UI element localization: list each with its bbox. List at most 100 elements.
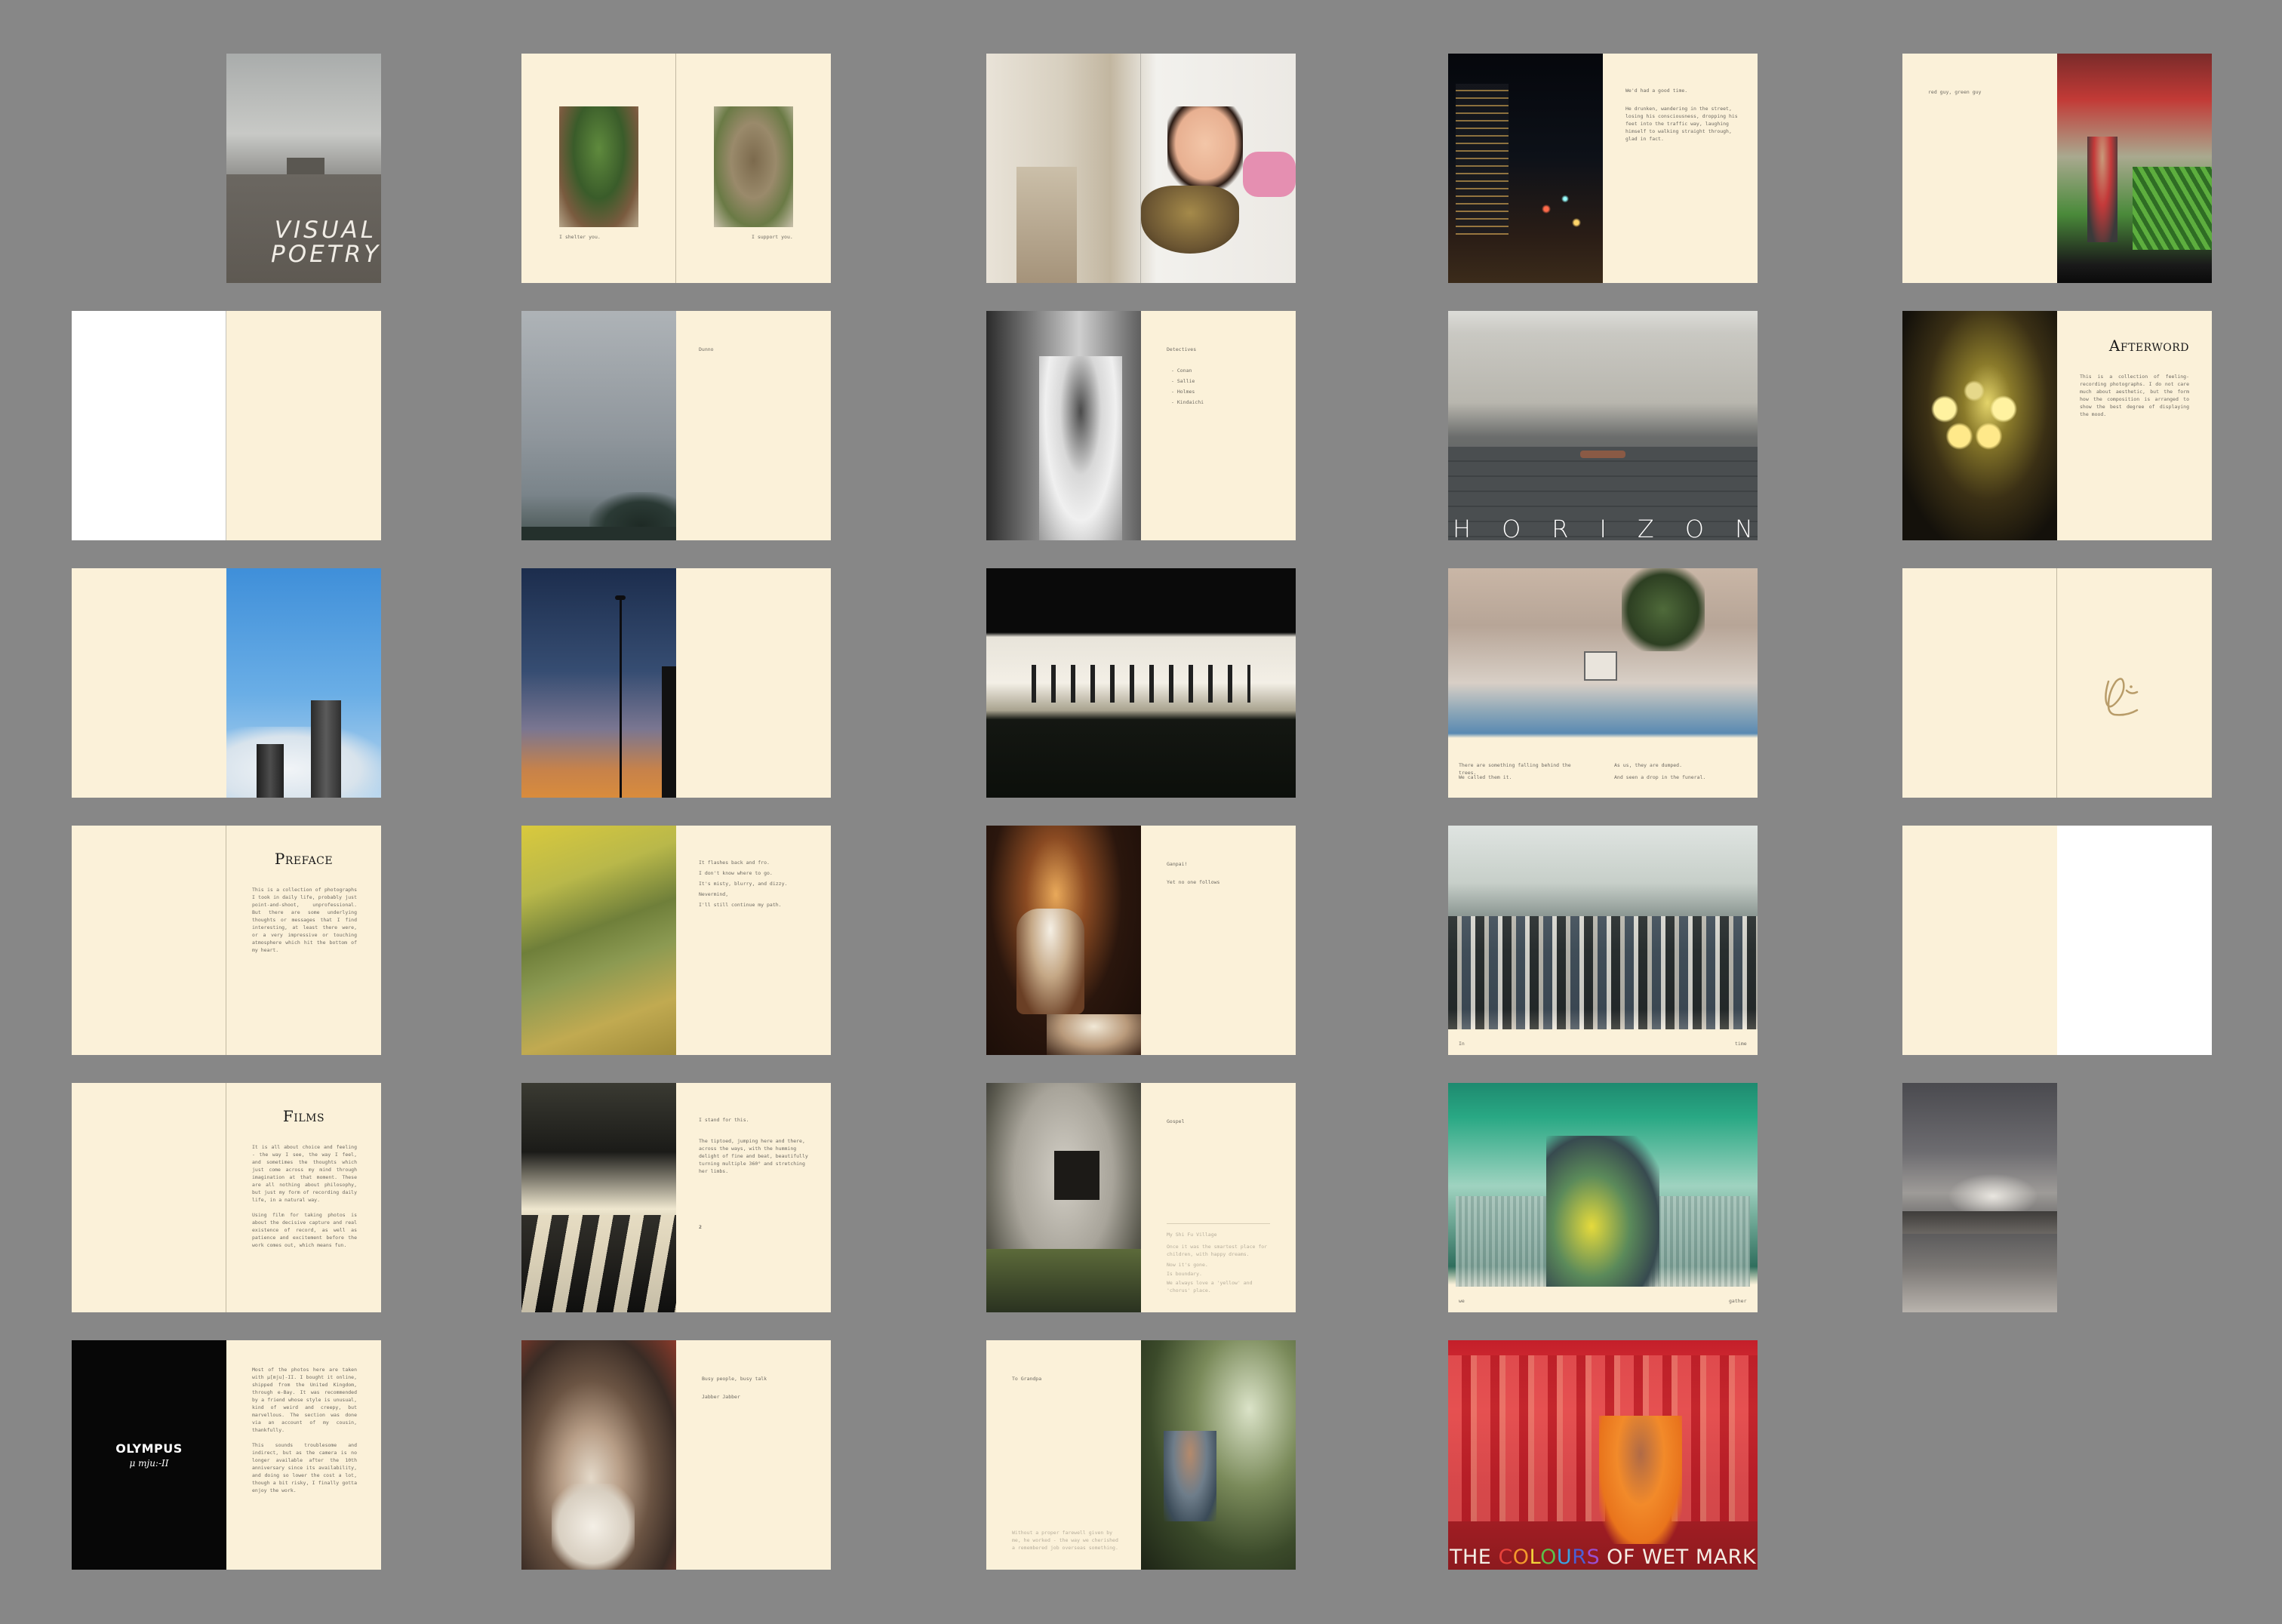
- horizon-letter: R: [1552, 515, 1569, 540]
- gospel-divider: [1167, 1223, 1270, 1224]
- support-caption: I support you.: [752, 234, 793, 240]
- horizon-letter: I: [1599, 515, 1607, 540]
- wetmarket-photo-vendor: [1599, 1416, 1682, 1544]
- mtr-photo-people: [1546, 1136, 1659, 1287]
- tower-photo-building-2: [257, 744, 284, 798]
- films-body: It is all about choice and feeling - the…: [252, 1144, 357, 1248]
- spread-flashes[interactable]: It flashes back and fro. I don't know wh…: [521, 826, 831, 1055]
- platform-photo-people: [1032, 665, 1250, 703]
- spread-signature[interactable]: [1902, 568, 2212, 798]
- rush-left: In: [1459, 1041, 1465, 1047]
- wetmarket-photo-page: [1448, 1340, 1758, 1570]
- trolley-right-line-1: As us, they are dumped.: [1614, 762, 1683, 768]
- back-cover-page: [1902, 1083, 2057, 1312]
- horizon-letter: Z: [1637, 515, 1654, 540]
- spread-films[interactable]: Films It is all about choice and feeling…: [72, 1083, 381, 1312]
- olympus-body: Most of the photos here are taken with μ…: [252, 1367, 357, 1493]
- spread-detective[interactable]: Detectives - Conan - Sallie - Holmes - K…: [986, 311, 1296, 540]
- end-page-left: [1902, 826, 2057, 1055]
- spread-baby[interactable]: [986, 54, 1296, 283]
- mtr-photo-page: [1448, 1083, 1758, 1312]
- baby-photo-hallway: [1016, 167, 1077, 283]
- busy-line-1: Busy people, busy talk: [702, 1376, 767, 1382]
- cover-page: VISUAL POETRY: [226, 54, 381, 283]
- flashes-line-3: It's misty, blurry, and dizzy.: [699, 881, 788, 887]
- spread-end[interactable]: [1902, 826, 2212, 1055]
- flashes-line-1: It flashes back and fro.: [699, 860, 770, 866]
- spread-grandpa[interactable]: To Grandpa Without a proper farewell giv…: [986, 1340, 1296, 1570]
- signature-page-left: [1902, 568, 2057, 798]
- flashes-line-5: I'll still continue my path.: [699, 902, 782, 908]
- spread-back-cover[interactable]: [1902, 1083, 2212, 1312]
- goodtime-page: We'd had a good time. He drunken, wander…: [1603, 54, 1758, 283]
- shelter-photo-tree: [559, 106, 638, 227]
- afterword-page: Afterword This is a collection of feelin…: [2057, 311, 2212, 540]
- dunno-word: Dunno: [699, 346, 714, 352]
- ganpai-page: Ganpai! Yet no one follows: [1141, 826, 1296, 1055]
- ganpai-photo-drink: [1016, 909, 1084, 1014]
- blank-page-left: [72, 311, 226, 540]
- end-page-right: [2057, 826, 2212, 1055]
- gospel-note-2: Once it was the smartest place for child…: [1167, 1244, 1268, 1257]
- grandpa-heading: To Grandpa: [1012, 1376, 1042, 1382]
- spread-horizon[interactable]: H O R I Z O N: [1448, 311, 1758, 540]
- spread-rush[interactable]: In time: [1448, 826, 1758, 1055]
- goodtime-line-1: We'd had a good time.: [1625, 88, 1688, 94]
- baby-photo-sleeve: [1243, 152, 1296, 197]
- spread-gospel[interactable]: Gospel My Shi Fu Village Once it was the…: [986, 1083, 1296, 1312]
- spread-greens[interactable]: red guy, green guy: [1902, 54, 2212, 283]
- spread-afterword[interactable]: Afterword This is a collection of feelin…: [1902, 311, 2212, 540]
- gospel-photo-page: [986, 1083, 1141, 1312]
- detective-photo-page: [986, 311, 1141, 540]
- greens-photo-vendor: [2087, 137, 2117, 242]
- spread-dunno[interactable]: Dunno: [521, 311, 831, 540]
- spread-tower[interactable]: [72, 568, 381, 798]
- spread-busy[interactable]: Busy people, busy talk Jabber Jabber: [521, 1340, 831, 1570]
- afterword-photo-page: [1902, 311, 2057, 540]
- trolley-left-line-2: We called them it.: [1459, 774, 1512, 780]
- dusk-photo-pole: [620, 598, 622, 798]
- wetmarket-title-part: L: [1529, 1546, 1541, 1569]
- baby-photo-bib: [1141, 186, 1239, 254]
- wetmarket-title-part: R: [1572, 1546, 1587, 1569]
- gospel-note-5: We always love a 'yellow' and 'chorus' p…: [1167, 1280, 1253, 1293]
- rush-photo-crowd: [1448, 916, 1758, 1029]
- wetmarket-title-part: S: [1586, 1546, 1601, 1569]
- shelter-page: I shelter you.: [521, 54, 676, 283]
- support-page: I support you.: [676, 54, 831, 283]
- spread-trolley[interactable]: There are something falling behind the t…: [1448, 568, 1758, 798]
- horizon-title: H O R I Z O N: [1448, 515, 1758, 540]
- tower-photo-building-1: [311, 700, 341, 798]
- spread-blank[interactable]: [72, 311, 381, 540]
- goodtime-photo-page: [1448, 54, 1603, 283]
- busy-photo-scarf: [552, 1484, 635, 1570]
- wetmarket-title-part: C: [1498, 1546, 1513, 1569]
- spread-preface[interactable]: Preface This is a collection of photogra…: [72, 826, 381, 1055]
- blank-page-right: [226, 311, 381, 540]
- greens-page: red guy, green guy: [1902, 54, 2057, 283]
- detective-page: Detectives - Conan - Sallie - Holmes - K…: [1141, 311, 1296, 540]
- spread-dusk[interactable]: [521, 568, 831, 798]
- busy-page: Busy people, busy talk Jabber Jabber: [676, 1340, 831, 1570]
- preface-page: Preface This is a collection of photogra…: [226, 826, 381, 1055]
- spread-cover[interactable]: VISUAL POETRY: [72, 54, 381, 283]
- signature-page: [2057, 568, 2212, 798]
- dusk-page-right: [676, 568, 831, 798]
- gospel-page: Gospel My Shi Fu Village Once it was the…: [1141, 1083, 1296, 1312]
- busy-photo-page: [521, 1340, 676, 1570]
- spread-olympus[interactable]: OLYMPUS μ mju:-II Most of the photos her…: [72, 1340, 381, 1570]
- stand-photo-shadow: [521, 1215, 676, 1312]
- grandpa-note: Without a proper farewell given by me, h…: [1012, 1530, 1118, 1551]
- films-heading: Films: [282, 1107, 325, 1125]
- spread-wetmarket[interactable]: THE COLOURS OF WET MARKET: [1448, 1340, 1758, 1570]
- wetmarket-title-part: O: [1512, 1546, 1530, 1569]
- spread-shelter[interactable]: I shelter you. I support you.: [521, 54, 831, 283]
- spread-stand[interactable]: I stand for this. The tiptoed, jumping h…: [521, 1083, 831, 1312]
- spread-ganpai[interactable]: Ganpai! Yet no one follows: [986, 826, 1296, 1055]
- detective-item-1: - Conan: [1171, 368, 1192, 374]
- spread-goodtime[interactable]: We'd had a good time. He drunken, wander…: [1448, 54, 1758, 283]
- gospel-note-1: My Shi Fu Village: [1167, 1232, 1217, 1238]
- spread-mtr[interactable]: we gather: [1448, 1083, 1758, 1312]
- spread-platform[interactable]: [986, 568, 1296, 798]
- back-cover-photo-shore: [1902, 1211, 2057, 1234]
